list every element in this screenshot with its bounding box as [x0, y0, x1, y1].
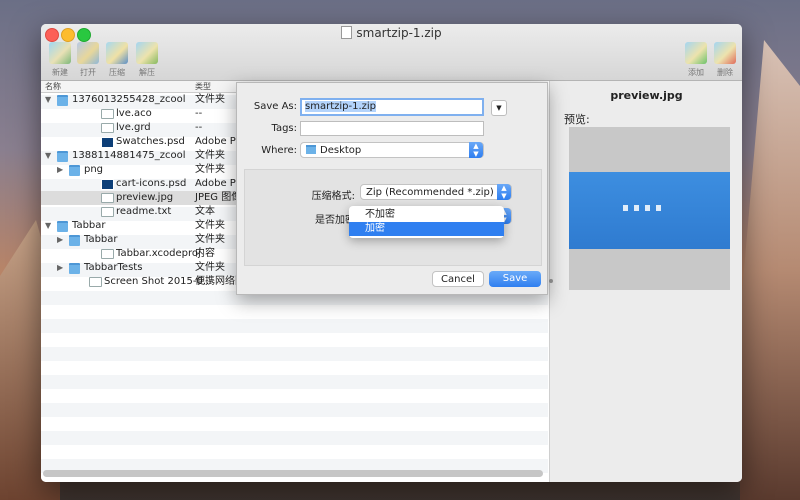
open-archive-icon	[77, 42, 99, 64]
add-button[interactable]: 添加	[681, 42, 711, 78]
popup-arrows-icon: ▲▼	[497, 184, 511, 200]
new-button[interactable]: 新建	[45, 42, 75, 78]
column-name-header[interactable]: 名称	[45, 81, 61, 92]
column-type-header[interactable]: 类型	[195, 81, 211, 92]
disclosure-open-icon[interactable]: ▼	[45, 93, 51, 107]
tags-field[interactable]	[300, 121, 484, 136]
file-name: TabbarTests	[84, 262, 143, 273]
format-popup[interactable]: Zip (Recommended *.zip) ▲ ▼	[360, 184, 512, 200]
file-name: Tabbar	[72, 220, 106, 231]
file-name: preview.jpg	[116, 192, 174, 203]
folder-icon	[69, 235, 80, 246]
file-type: 文件夹	[195, 164, 225, 175]
file-name: 1376013255428_zcool	[72, 94, 186, 105]
psd-file-icon	[101, 179, 114, 190]
tags-label: Tags:	[271, 123, 297, 134]
folder-icon	[69, 263, 80, 274]
file-type: Adobe Pl	[195, 178, 239, 189]
open-button[interactable]: 打开	[73, 42, 103, 78]
file-type: --	[195, 122, 203, 133]
psd-file-icon	[101, 137, 114, 148]
file-name: Tabbar	[84, 234, 118, 245]
compress-button[interactable]: 压缩	[102, 42, 132, 78]
popup-arrows-icon: ▲▼	[469, 142, 483, 158]
where-label: Where:	[261, 145, 297, 156]
file-name: lve.aco	[116, 108, 152, 119]
format-label: 压缩格式:	[311, 191, 355, 202]
add-icon	[685, 42, 707, 64]
file-name: 1388114881475_zcool	[72, 150, 186, 161]
file-name: png	[84, 164, 104, 175]
splitter-handle[interactable]	[549, 279, 553, 283]
preview-label: 预览:	[564, 113, 590, 126]
where-value: Desktop	[320, 145, 362, 156]
filename-text: smartzip-1.zip	[305, 101, 377, 112]
preview-panel: preview.jpg 预览:	[549, 81, 742, 482]
preview-image-content	[569, 172, 730, 249]
compress-icon	[106, 42, 128, 64]
filename-field[interactable]: smartzip-1.zip	[300, 98, 484, 116]
disclosure-open-icon[interactable]: ▼	[45, 219, 51, 233]
menu-item-no-encrypt[interactable]: 不加密	[349, 208, 504, 222]
disclosure-open-icon[interactable]: ▼	[45, 149, 51, 163]
file-type: --	[195, 108, 203, 119]
delete-button[interactable]: 删除	[710, 42, 740, 78]
disclosure-closed-icon[interactable]: ▶	[57, 233, 63, 247]
save-button[interactable]: Save	[489, 271, 541, 287]
disclosure-closed-icon[interactable]: ▶	[57, 261, 63, 275]
file-type: 文件夹	[195, 234, 225, 245]
format-value: Zip (Recommended *.zip)	[366, 187, 494, 198]
file-type: 文本	[195, 206, 215, 217]
preview-title: preview.jpg	[610, 89, 683, 102]
document-icon	[341, 26, 353, 39]
new-archive-icon	[49, 42, 71, 64]
folder-icon	[57, 95, 68, 106]
title-bar: smartzip-1.zip 新建 打开 压缩 解压 添加 删除	[41, 24, 742, 81]
delete-icon	[714, 42, 736, 64]
file-type: 文件夹	[195, 150, 225, 161]
file-icon	[101, 109, 114, 119]
file-type: 文件夹	[195, 220, 225, 231]
folder-icon	[57, 151, 68, 162]
file-name: lve.grd	[116, 122, 151, 133]
file-name: Tabbar.xcodeproj	[116, 248, 201, 259]
file-name: cart-icons.psd	[116, 178, 187, 189]
file-name: readme.txt	[116, 206, 172, 217]
file-type: 内容	[195, 248, 215, 259]
file-type: 文件夹	[195, 262, 225, 273]
save-as-label: Save As:	[253, 101, 297, 112]
file-name: Swatches.psd	[116, 136, 185, 147]
preview-image	[569, 127, 730, 290]
save-dialog: Save As: smartzip-1.zip ▼ Tags: Where: D…	[236, 82, 548, 295]
extract-icon	[136, 42, 158, 64]
folder-icon	[57, 221, 68, 232]
folder-icon	[69, 165, 80, 176]
file-type: 文件夹	[195, 94, 225, 105]
file-type: JPEG 图像	[195, 192, 242, 203]
menu-item-encrypt[interactable]: 加密	[349, 222, 504, 236]
file-icon	[101, 207, 114, 217]
where-popup[interactable]: Desktop ▲ ▼	[300, 142, 484, 158]
file-type: Adobe Pl	[195, 136, 239, 147]
file-icon	[101, 249, 114, 259]
cart-icons-thumbnail	[623, 205, 667, 211]
encrypt-label: 是否加密	[315, 215, 355, 226]
expand-dialog-button[interactable]: ▼	[491, 100, 507, 116]
extract-button[interactable]: 解压	[132, 42, 162, 78]
file-icon	[89, 277, 102, 287]
cancel-button[interactable]: Cancel	[432, 271, 484, 287]
disclosure-closed-icon[interactable]: ▶	[57, 163, 63, 177]
file-icon	[101, 123, 114, 133]
folder-icon	[306, 145, 316, 154]
window-title: smartzip-1.zip	[41, 26, 742, 40]
horizontal-scrollbar[interactable]	[43, 470, 543, 477]
file-icon	[101, 193, 114, 203]
chevron-down-icon: ▼	[496, 104, 502, 112]
encrypt-dropdown-menu: 不加密 加密	[349, 206, 504, 238]
